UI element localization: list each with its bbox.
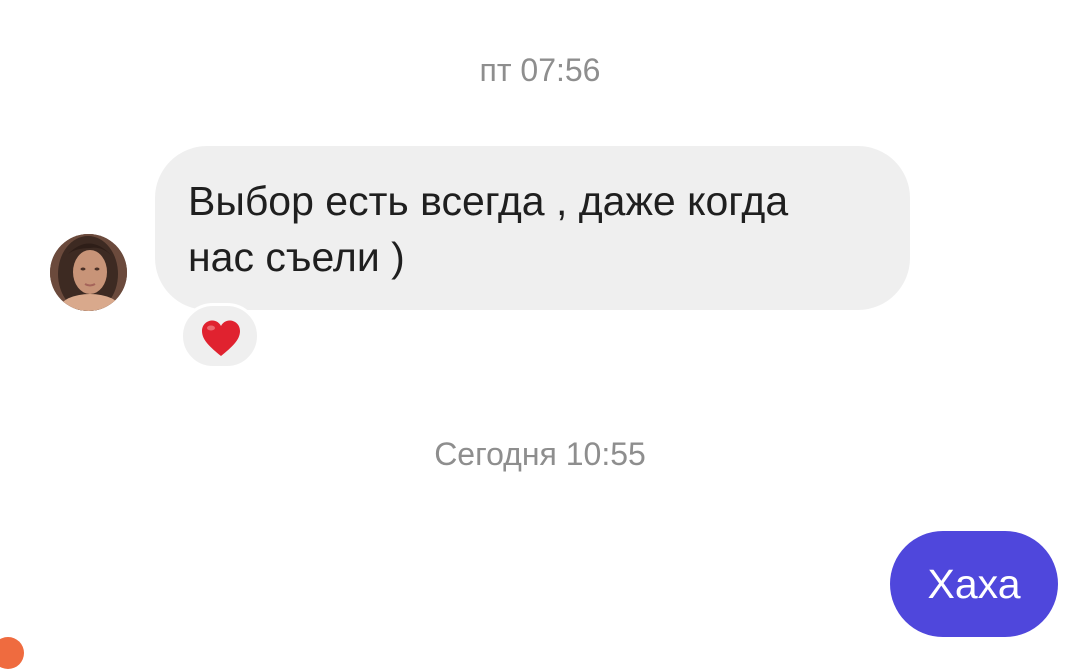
outgoing-message-text: Хаха xyxy=(927,561,1021,607)
incoming-message-text: Выбор есть всегда , даже когда нас съели… xyxy=(188,178,789,280)
message-reaction[interactable] xyxy=(180,303,260,369)
outgoing-message-bubble[interactable]: Хаха xyxy=(890,531,1058,637)
timestamp-friday: пт 07:56 xyxy=(479,52,601,88)
timestamp-today: Сегодня 10:55 xyxy=(434,436,646,472)
incoming-message-bubble[interactable]: Выбор есть всегда , даже когда нас съели… xyxy=(155,146,910,310)
partial-icon xyxy=(0,637,24,669)
sender-avatar[interactable] xyxy=(50,234,127,311)
heart-icon xyxy=(202,320,240,356)
avatar-photo xyxy=(50,234,127,311)
